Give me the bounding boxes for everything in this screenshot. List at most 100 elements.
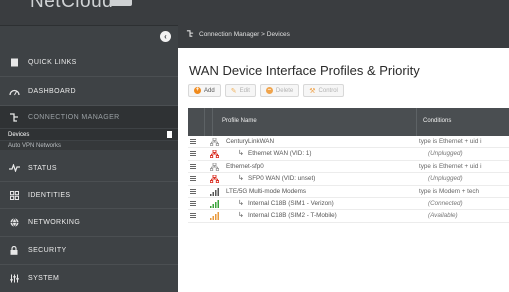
plus-circle-icon: + [194, 87, 201, 94]
table-header: Profile Name Conditions [188, 108, 509, 136]
signal-icon [210, 187, 219, 196]
add-button[interactable]: + Add [188, 84, 221, 97]
profile-condition: type is Ethernet + uid i [419, 162, 482, 170]
profile-name: LTE/5G Multi-mode Modems [226, 187, 307, 195]
child-arrow-icon: ↳ [238, 212, 244, 220]
page-title: WAN Device Interface Profiles & Priority [189, 63, 420, 78]
sidebar-item-label: DASHBOARD [28, 88, 76, 95]
chevron-left-icon[interactable]: ‹ [160, 31, 171, 42]
column-header-profile-name[interactable]: Profile Name [222, 118, 257, 124]
table-row[interactable]: ↳ Internal C18B (SIM1 - Verizon) (Connecte… [188, 198, 509, 211]
signal-icon [210, 212, 219, 221]
toolbar: + Add ✎ Edit – Delete ⚒ Control [188, 84, 344, 97]
sidebar-item-dashboard[interactable]: DASHBOARD [0, 77, 178, 106]
table-row[interactable]: Ethernet-sfp0 type is Ethernet + uid i [188, 161, 509, 174]
pencil-icon: ✎ [230, 87, 237, 95]
ethernet-icon [210, 162, 219, 171]
dashboard-icon [0, 88, 28, 96]
sidebar-item-networking[interactable]: NETWORKING [0, 209, 178, 236]
identities-icon [0, 190, 28, 200]
profile-name: Ethernet WAN (VID: 1) [248, 150, 312, 158]
profile-condition: type is Ethernet + uid i [419, 138, 482, 145]
sidebar-subitem-label: Auto VPN Networks [8, 142, 62, 149]
profile-name: SFP0 WAN (VID: unset) [248, 175, 316, 183]
sidebar: NetCloud ‹ QUICK LINKS DASHBOARD CONNECT… [0, 0, 178, 292]
wrench-icon: ⚒ [309, 87, 316, 95]
drag-handle-icon[interactable] [190, 151, 196, 157]
ethernet-icon [210, 150, 219, 159]
table-row[interactable]: CenturyLinkWAN type is Ethernet + uid i [188, 136, 509, 149]
add-button-label: Add [204, 87, 215, 94]
sidebar-item-label: QUICK LINKS [28, 59, 77, 66]
sidebar-subitem-auto-vpn[interactable]: Auto VPN Networks [0, 141, 178, 150]
table-row[interactable]: LTE/5G Multi-mode Modems type is Modem + … [188, 186, 509, 198]
edit-button-label: Edit [239, 87, 250, 94]
ethernet-icon [210, 138, 219, 146]
drag-handle-icon[interactable] [190, 139, 196, 145]
sidebar-item-connection-manager[interactable]: CONNECTION MANAGER [0, 106, 178, 128]
sidebar-item-label: SYSTEM [28, 275, 60, 282]
profile-condition: (Unplugged) [428, 150, 463, 158]
sidebar-item-label: SECURITY [28, 247, 67, 254]
table-row[interactable]: ↳ SFP0 WAN (VID: unset) (Unplugged) [188, 173, 509, 186]
child-arrow-icon: ↳ [238, 175, 244, 183]
table-row[interactable]: ↳ Ethernet WAN (VID: 1) (Unplugged) [188, 148, 509, 161]
drag-handle-icon[interactable] [190, 163, 196, 170]
networking-icon [0, 218, 28, 227]
drag-handle-icon[interactable] [190, 176, 196, 182]
breadcrumb-bar: Connection Manager > Devices [178, 0, 509, 48]
sidebar-subitem-devices[interactable]: Devices [0, 129, 178, 140]
system-icon [0, 274, 28, 283]
delete-button-label: Delete [275, 87, 294, 94]
sidebar-item-security[interactable]: SECURITY [0, 237, 178, 264]
drag-handle-icon[interactable] [190, 188, 196, 195]
table-body: CenturyLinkWAN type is Ethernet + uid i ↳ E… [188, 136, 509, 223]
breadcrumb-text: Connection Manager > Devices [199, 31, 290, 38]
table-row[interactable]: ↳ Internal C18B (SIM2 - T-Mobile) (Availab… [188, 210, 509, 223]
profile-condition: type is Modem + tech [419, 187, 480, 195]
sidebar-item-quick-links[interactable]: QUICK LINKS [0, 48, 178, 77]
profile-condition: (Available) [428, 212, 458, 220]
active-indicator [167, 131, 172, 138]
sidebar-item-identities[interactable]: IDENTITIES [0, 182, 178, 208]
main-content: Connection Manager > Devices WAN Device … [178, 0, 509, 292]
column-separator [204, 108, 205, 136]
control-button[interactable]: ⚒ Control [303, 84, 344, 97]
connection-manager-icon [0, 112, 28, 122]
logo-bar: NetCloud [0, 0, 178, 26]
profile-name: Ethernet-sfp0 [226, 162, 264, 170]
profile-name: CenturyLinkWAN [226, 138, 275, 145]
status-icon [0, 164, 28, 172]
drag-handle-icon[interactable] [190, 213, 196, 219]
ethernet-icon [210, 175, 219, 184]
child-arrow-icon: ↳ [238, 150, 244, 158]
sidebar-subitem-label: Devices [8, 131, 30, 138]
child-arrow-icon: ↳ [238, 199, 244, 207]
profiles-table: Profile Name Conditions CenturyLinkWAN ty… [188, 108, 509, 223]
sidebar-item-status[interactable]: STATUS [0, 155, 178, 181]
sidebar-item-system[interactable]: SYSTEM [0, 265, 178, 292]
edit-button[interactable]: ✎ Edit [224, 84, 256, 97]
lock-icon [0, 246, 28, 255]
control-button-label: Control [318, 87, 338, 94]
signal-icon [210, 199, 219, 208]
sidebar-item-label: STATUS [28, 164, 57, 172]
drag-handle-icon[interactable] [190, 200, 196, 207]
minus-circle-icon: – [265, 87, 273, 94]
logo-badge [110, 0, 132, 6]
column-separator [416, 108, 417, 136]
sidebar-item-label: NETWORKING [28, 219, 81, 226]
delete-button[interactable]: – Delete [259, 84, 300, 97]
column-header-conditions[interactable]: Conditions [423, 118, 451, 124]
profile-condition: (Unplugged) [428, 175, 463, 183]
sidebar-item-label: CONNECTION MANAGER [28, 113, 120, 121]
breadcrumb: Connection Manager > Devices [186, 30, 290, 39]
sidebar-collapse: ‹ [0, 26, 178, 48]
column-separator [212, 108, 213, 136]
profile-condition: (Connected) [428, 199, 463, 207]
profile-name: Internal C18B (SIM2 - T-Mobile) [248, 212, 337, 220]
sidebar-item-label: IDENTITIES [28, 191, 71, 199]
quick-links-icon [0, 58, 28, 67]
profile-name: Internal C18B (SIM1 - Verizon) [248, 199, 334, 207]
connection-manager-icon [186, 30, 194, 39]
